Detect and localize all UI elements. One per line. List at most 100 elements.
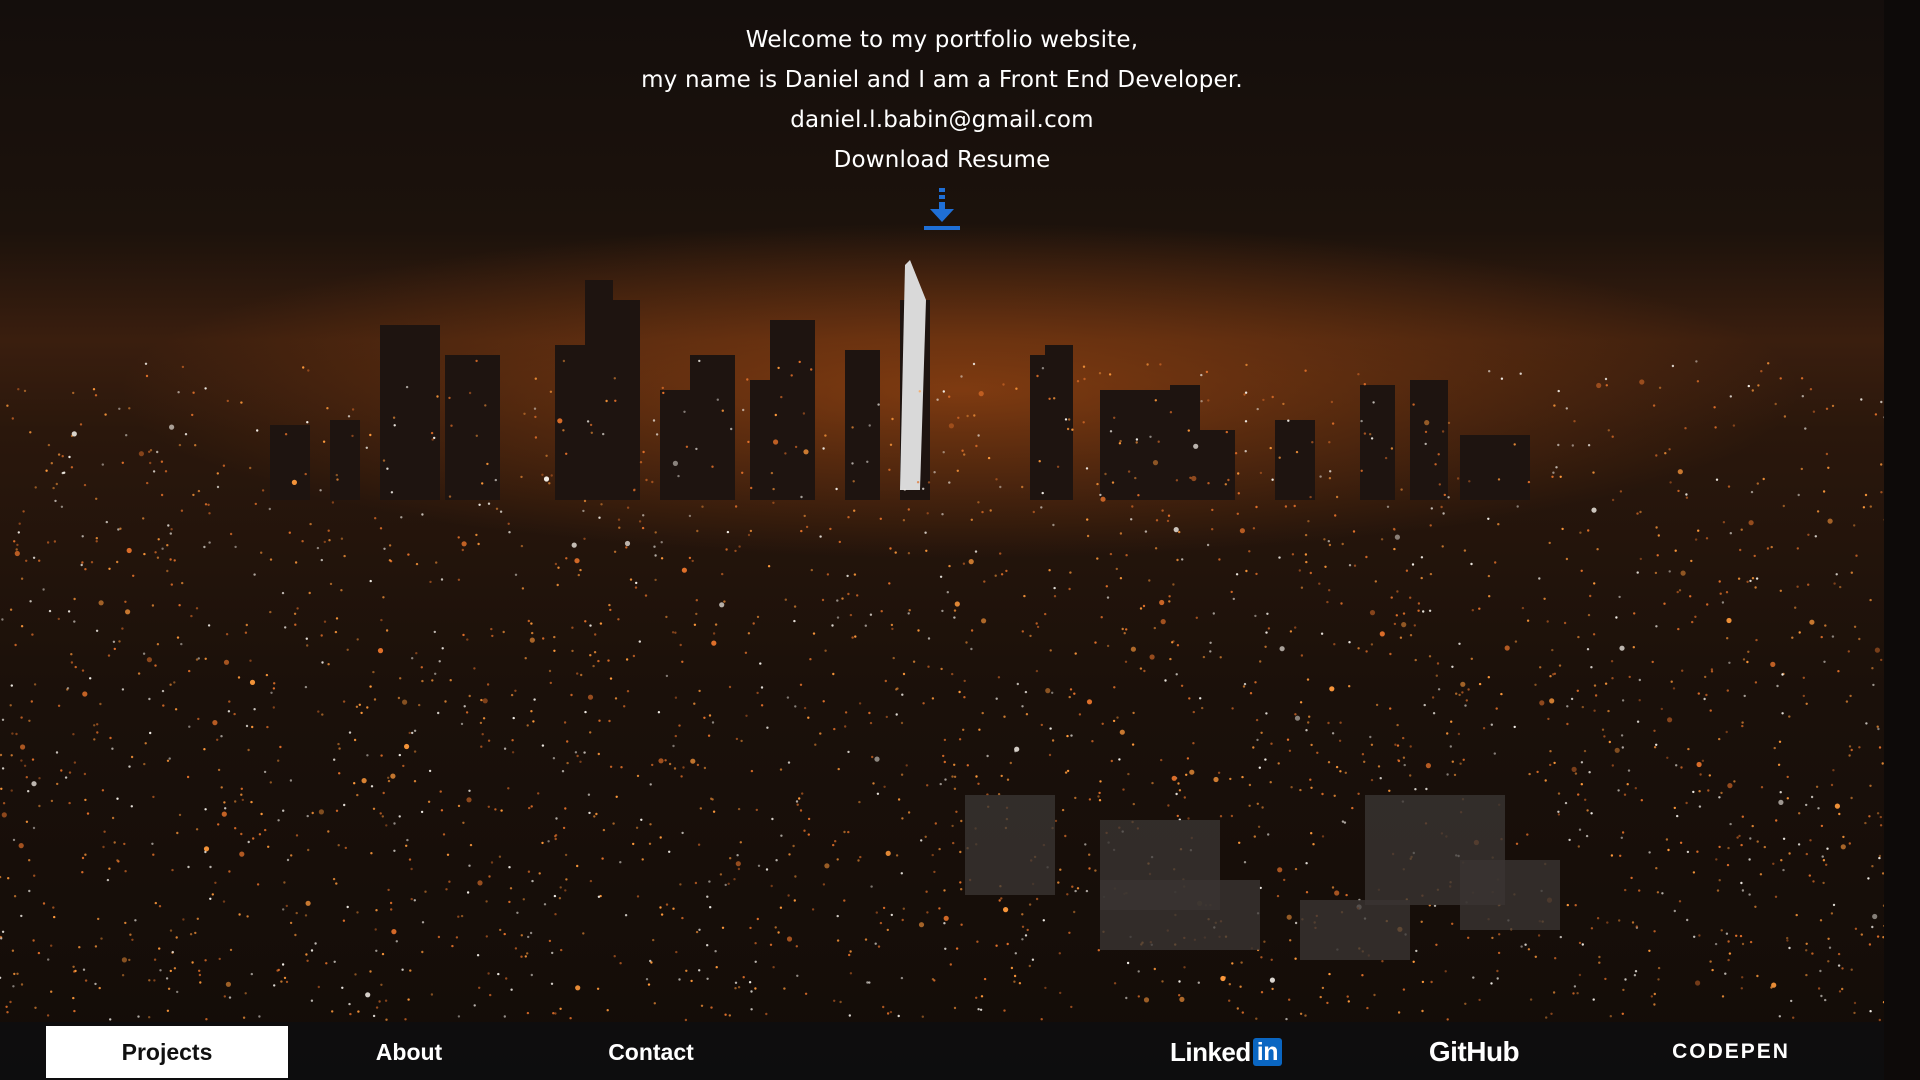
city-light <box>353 738 357 742</box>
city-light <box>681 567 688 573</box>
download-arrow-icon[interactable] <box>922 186 962 234</box>
tab-projects[interactable]: Projects <box>46 1026 288 1078</box>
city-light <box>1465 699 1469 702</box>
city-light <box>124 921 127 925</box>
city-light <box>1756 840 1759 843</box>
city-light <box>117 528 120 531</box>
city-light <box>95 497 98 500</box>
city-light <box>1635 925 1639 928</box>
city-light <box>748 981 752 984</box>
city-light <box>222 900 226 903</box>
city-light <box>119 527 122 530</box>
city-light <box>263 770 267 774</box>
download-resume-link[interactable]: Download Resume <box>834 140 1051 180</box>
city-light <box>1566 705 1569 708</box>
city-light <box>946 591 949 594</box>
city-light <box>771 817 774 821</box>
page-scrollbar[interactable] <box>1884 0 1920 1080</box>
city-light <box>1703 697 1706 701</box>
city-light <box>382 791 385 795</box>
codepen-link[interactable]: CODEPEN <box>1610 1026 1852 1078</box>
city-light <box>1211 528 1214 531</box>
city-light <box>387 776 390 779</box>
city-light <box>1074 796 1077 800</box>
city-light <box>1577 793 1580 796</box>
city-light <box>1842 835 1845 839</box>
city-light <box>803 514 806 518</box>
city-light <box>1255 572 1258 576</box>
city-light <box>1555 466 1558 469</box>
city-light <box>537 792 540 795</box>
city-light <box>1260 956 1263 959</box>
city-light <box>174 708 178 711</box>
city-light <box>588 811 591 815</box>
city-light <box>716 398 719 401</box>
city-light <box>337 844 340 847</box>
tab-contact[interactable]: Contact <box>530 1026 772 1078</box>
city-light <box>1798 812 1801 815</box>
city-light <box>1289 939 1292 942</box>
city-light <box>203 748 206 751</box>
city-light <box>936 398 939 401</box>
codepen-icon: CODEPEN <box>1672 1040 1790 1063</box>
city-light <box>291 479 297 485</box>
city-light <box>1290 786 1293 789</box>
city-light <box>1615 616 1618 619</box>
city-light <box>1137 494 1140 497</box>
city-light <box>1634 970 1638 973</box>
city-light <box>402 699 408 705</box>
city-light <box>1880 400 1883 404</box>
city-light <box>698 359 701 363</box>
email-link[interactable]: daniel.l.babin@gmail.com <box>0 100 1884 140</box>
city-light <box>774 926 777 929</box>
github-link[interactable]: GitHub <box>1353 1026 1595 1078</box>
city-light <box>475 533 478 537</box>
city-light <box>389 901 393 905</box>
city-light <box>500 809 503 812</box>
city-light <box>1363 383 1367 386</box>
city-light <box>681 660 684 663</box>
city-light <box>1169 657 1172 661</box>
city-light <box>1451 760 1455 763</box>
city-light <box>846 574 849 578</box>
city-light <box>780 395 783 399</box>
city-light <box>20 759 23 762</box>
city-light <box>614 697 618 700</box>
city-light <box>25 559 28 562</box>
city-light <box>1236 1007 1240 1010</box>
city-light <box>1655 743 1658 746</box>
city-light <box>1639 510 1642 514</box>
city-light <box>79 423 83 426</box>
city-light <box>708 880 711 883</box>
city-light <box>1352 530 1356 533</box>
city-light <box>145 374 149 378</box>
city-light <box>1553 672 1557 675</box>
city-light <box>685 445 689 448</box>
city-light <box>1396 744 1400 747</box>
city-light <box>338 772 341 775</box>
city-light <box>296 607 299 610</box>
city-light <box>1312 843 1315 846</box>
linkedin-link[interactable]: Linked in <box>1105 1026 1347 1078</box>
city-light <box>510 988 513 991</box>
city-light <box>1036 374 1039 378</box>
city-light <box>444 700 447 703</box>
city-light <box>650 961 653 964</box>
city-light <box>948 395 951 398</box>
city-light <box>242 1016 246 1019</box>
city-light <box>649 783 652 786</box>
city-light <box>1558 664 1562 667</box>
city-light <box>1053 397 1056 400</box>
city-light <box>1482 727 1486 730</box>
city-light <box>487 972 490 975</box>
city-light <box>1425 787 1428 791</box>
city-light <box>660 541 663 544</box>
city-light <box>1653 930 1656 933</box>
tab-about[interactable]: About <box>288 1026 530 1078</box>
city-light <box>1877 727 1880 731</box>
city-light <box>111 747 114 750</box>
city-light <box>333 960 336 963</box>
city-light <box>975 775 978 778</box>
city-light <box>908 609 911 612</box>
city-light <box>1193 443 1199 449</box>
